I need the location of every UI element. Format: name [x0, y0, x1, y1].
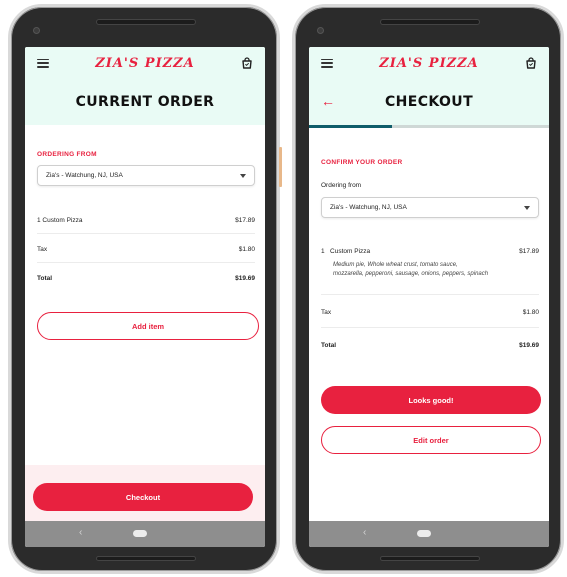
dropdown-caret-icon — [240, 173, 246, 178]
power-button — [279, 147, 282, 187]
item-description: Medium pie, Whole wheat crust, tomato sa… — [333, 261, 539, 279]
system-nav-bar: ‹ — [25, 521, 265, 547]
bottom-speaker — [380, 556, 480, 561]
item-price: $17.89 — [519, 248, 539, 255]
item-price: $17.89 — [235, 217, 255, 224]
hamburger-menu-icon[interactable] — [321, 58, 333, 68]
brand-logo: ZIA'S PIZZA — [95, 55, 195, 71]
item-name: Custom Pizza — [330, 248, 371, 255]
location-select[interactable]: Zia's - Watchung, NJ, USA — [321, 197, 539, 218]
tax-row: Tax $1.80 — [37, 246, 255, 253]
shopping-bag-icon[interactable] — [525, 57, 537, 69]
speaker-grille — [380, 19, 480, 25]
ordering-from-label: ORDERING FROM — [37, 151, 97, 158]
total-row: Total $19.69 — [321, 342, 539, 349]
camera-icon — [317, 27, 324, 34]
add-item-button[interactable]: Add item — [37, 312, 259, 340]
nav-back-icon[interactable]: ‹ — [79, 527, 82, 538]
divider — [321, 294, 539, 295]
nav-home-icon[interactable] — [133, 530, 147, 537]
total-value: $19.69 — [235, 275, 255, 282]
checkout-screen: ZIA'S PIZZA ← CHECKOUT CONFIRM YOUR ORDE… — [309, 47, 549, 547]
title-area: ← CHECKOUT — [309, 79, 549, 125]
divider — [37, 233, 255, 234]
looks-good-button[interactable]: Looks good! — [321, 386, 541, 414]
hamburger-menu-icon[interactable] — [37, 58, 49, 68]
edit-order-button[interactable]: Edit order — [321, 426, 541, 454]
total-row: Total $19.69 — [37, 275, 255, 282]
dropdown-caret-icon — [524, 205, 530, 210]
item-qty: 1 — [321, 248, 325, 255]
nav-home-icon[interactable] — [417, 530, 431, 537]
item-description-line: Medium pie, Whole wheat crust, tomato sa… — [333, 262, 458, 268]
camera-icon — [33, 27, 40, 34]
page-title: CHECKOUT — [384, 94, 474, 110]
divider — [321, 327, 539, 328]
phone-checkout: ZIA'S PIZZA ← CHECKOUT CONFIRM YOUR ORDE… — [292, 4, 564, 574]
order-item-row: 1 Custom Pizza $17.89 — [37, 217, 255, 224]
tax-label: Tax — [321, 309, 332, 316]
ordering-from-label: Ordering from — [321, 182, 362, 189]
brand-logo: ZIA'S PIZZA — [379, 55, 479, 71]
progress-fill — [309, 125, 392, 128]
nav-back-icon[interactable]: ‹ — [363, 527, 366, 538]
current-order-screen: ZIA'S PIZZA CURRENT ORDER ORDERING FROM … — [25, 47, 265, 547]
confirm-order-label: CONFIRM YOUR ORDER — [321, 159, 403, 166]
back-arrow-icon[interactable]: ← — [321, 93, 335, 109]
app-bar: ZIA'S PIZZA — [25, 47, 265, 79]
phone-current-order: ZIA'S PIZZA CURRENT ORDER ORDERING FROM … — [8, 4, 282, 574]
title-area: CURRENT ORDER — [25, 79, 265, 125]
total-label: Total — [321, 342, 337, 349]
app-bar: ZIA'S PIZZA — [309, 47, 549, 79]
item-name: 1 Custom Pizza — [37, 217, 83, 224]
total-value: $19.69 — [519, 342, 539, 349]
order-item-row: 1 Custom Pizza $17.89 — [321, 248, 539, 255]
speaker-grille — [96, 19, 196, 25]
tax-value: $1.80 — [238, 246, 255, 253]
checkout-button[interactable]: Checkout — [33, 483, 253, 511]
location-value: Zia's - Watchung, NJ, USA — [330, 204, 407, 211]
location-select[interactable]: Zia's - Watchung, NJ, USA — [37, 165, 255, 186]
tax-value: $1.80 — [522, 309, 539, 316]
tax-label: Tax — [37, 246, 48, 253]
tax-row: Tax $1.80 — [321, 309, 539, 316]
location-value: Zia's - Watchung, NJ, USA — [46, 172, 123, 179]
divider — [37, 262, 255, 263]
page-title: CURRENT ORDER — [75, 94, 215, 110]
checkout-progress-bar — [309, 125, 549, 128]
item-description-line: mozzarella, pepperoni, sausage, onions, … — [333, 271, 489, 277]
system-nav-bar: ‹ — [309, 521, 549, 547]
total-label: Total — [37, 275, 53, 282]
shopping-bag-icon[interactable] — [241, 57, 253, 69]
bottom-speaker — [96, 556, 196, 561]
